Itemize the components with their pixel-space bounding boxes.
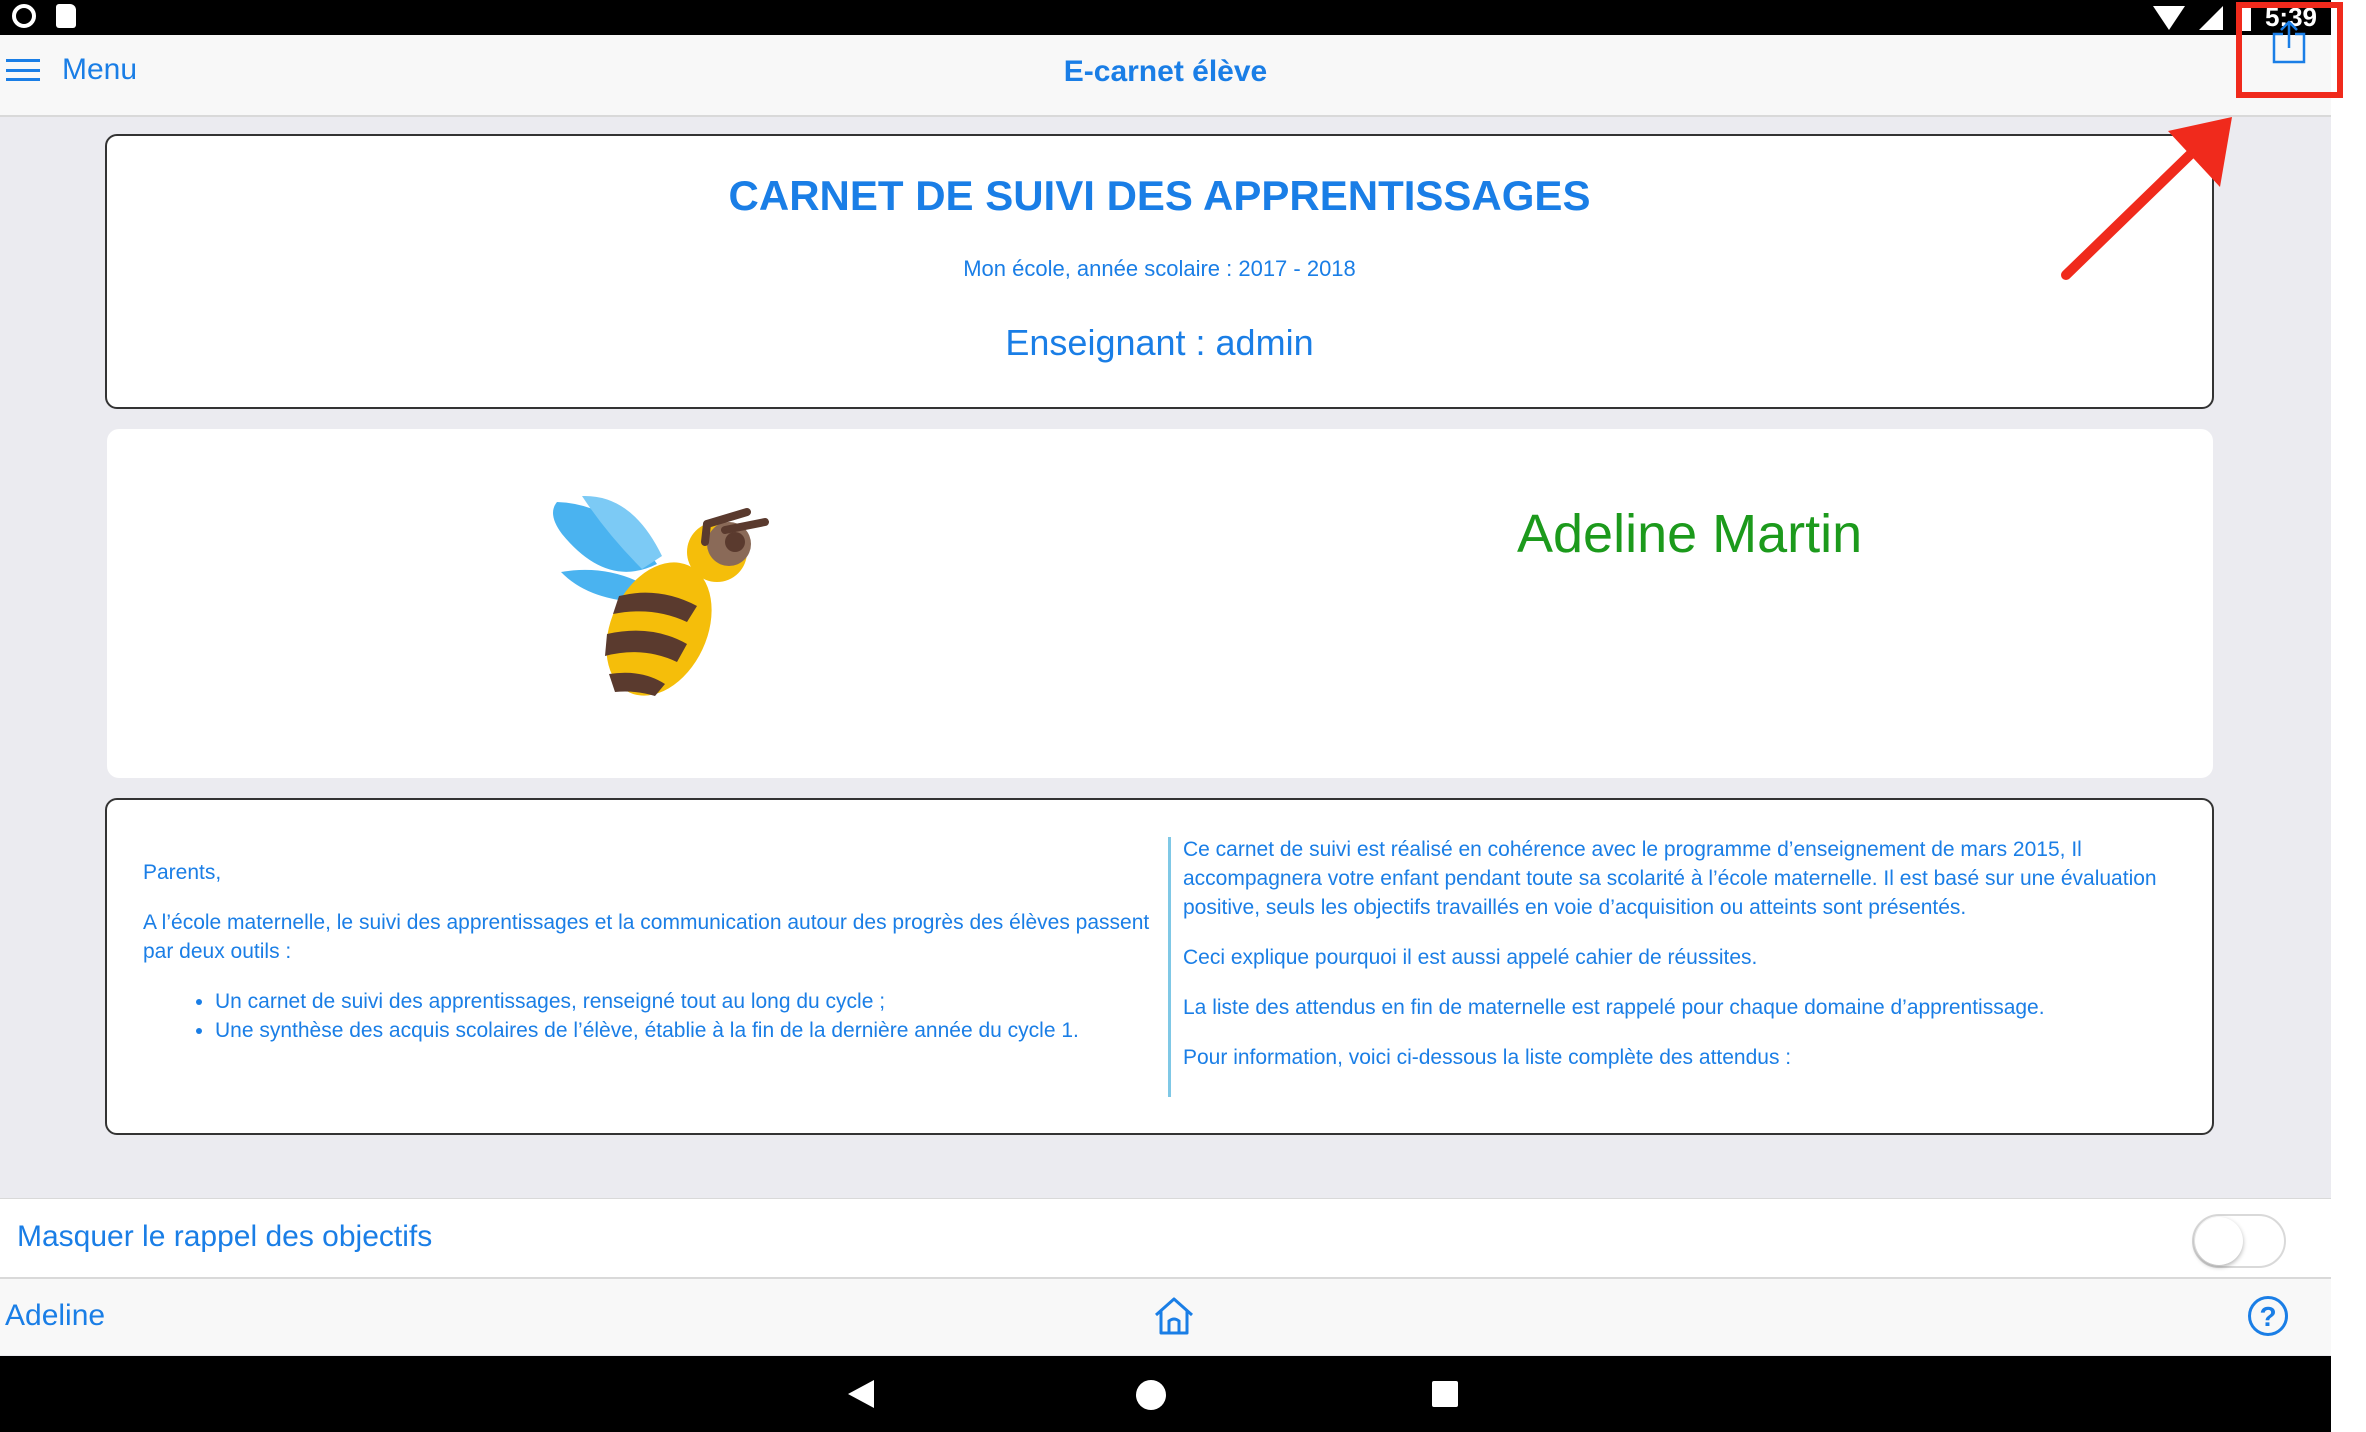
- share-button[interactable]: [2236, 2, 2343, 98]
- wifi-icon: [2152, 5, 2185, 30]
- signal-icon: [2198, 5, 2223, 30]
- right-margin: [2331, 0, 2366, 1432]
- recent-apps-icon[interactable]: [1432, 1381, 1458, 1407]
- success-book-text: Ceci explique pourquoi il est aussi appe…: [1183, 946, 1758, 969]
- bee-logo: [553, 495, 769, 696]
- hide-objectives-label: Masquer le rappel des objectifs: [17, 1220, 433, 1253]
- hide-objectives-toggle[interactable]: [2192, 1214, 2286, 1268]
- column-divider: [1168, 837, 1171, 1097]
- android-home-icon[interactable]: [1136, 1380, 1166, 1410]
- notification-circle-icon: [12, 4, 36, 28]
- page-title: E-carnet élève: [1063, 55, 1268, 88]
- info-right-column: Ce carnet de suivi est réalisé en cohére…: [1183, 835, 2203, 1093]
- greeting-text: Parents,: [143, 861, 222, 884]
- expectations-text: La liste des attendus en fin de maternel…: [1183, 996, 2045, 1019]
- document-title: CARNET DE SUIVI DES APPRENTISSAGES: [728, 172, 1591, 219]
- coherence-text: Ce carnet de suivi est réalisé en cohére…: [1183, 838, 2157, 919]
- status-bar: 5:39: [0, 0, 2331, 35]
- school-year-subtitle: Mon école, année scolaire : 2017 - 2018: [963, 256, 1356, 281]
- hide-objectives-row: Masquer le rappel des objectifs: [0, 1198, 2331, 1277]
- student-tab[interactable]: Adeline: [5, 1299, 105, 1333]
- app-window: 5:39 Menu E-carnet élève CARNET DE SUIVI…: [0, 0, 2331, 1432]
- list-item: Une synthèse des acquis scolaires de l’é…: [215, 1016, 1163, 1045]
- home-icon[interactable]: [1152, 1295, 1196, 1337]
- bottom-tab-bar: Adeline ?: [0, 1277, 2331, 1355]
- document-header-card: CARNET DE SUIVI DES APPRENTISSAGES Mon é…: [105, 134, 2214, 409]
- toggle-knob: [2195, 1217, 2243, 1265]
- list-item: Un carnet de suivi des apprentissages, r…: [215, 987, 1163, 1016]
- share-icon: [2272, 20, 2306, 64]
- info-left-column: Parents, A l’école maternelle, le suivi …: [143, 858, 1163, 1045]
- student-name: Adeline Martin: [1517, 504, 1863, 564]
- intro-text: A l’école maternelle, le suivi des appre…: [143, 911, 1150, 963]
- student-card: Adeline Martin: [107, 429, 2213, 778]
- sd-card-icon: [56, 4, 76, 28]
- help-icon[interactable]: ?: [2248, 1296, 2288, 1336]
- full-list-text: Pour information, voici ci-dessous la li…: [1183, 1046, 1792, 1069]
- annotation-arrow: [2061, 117, 2232, 280]
- info-card: Parents, A l’école maternelle, le suivi …: [105, 798, 2214, 1135]
- android-navigation-bar: [0, 1356, 2331, 1432]
- teacher-label: Enseignant : admin: [1005, 322, 1314, 363]
- nav-bar: Menu E-carnet élève: [0, 35, 2331, 117]
- back-icon[interactable]: [848, 1380, 874, 1408]
- tools-list: Un carnet de suivi des apprentissages, r…: [143, 987, 1163, 1045]
